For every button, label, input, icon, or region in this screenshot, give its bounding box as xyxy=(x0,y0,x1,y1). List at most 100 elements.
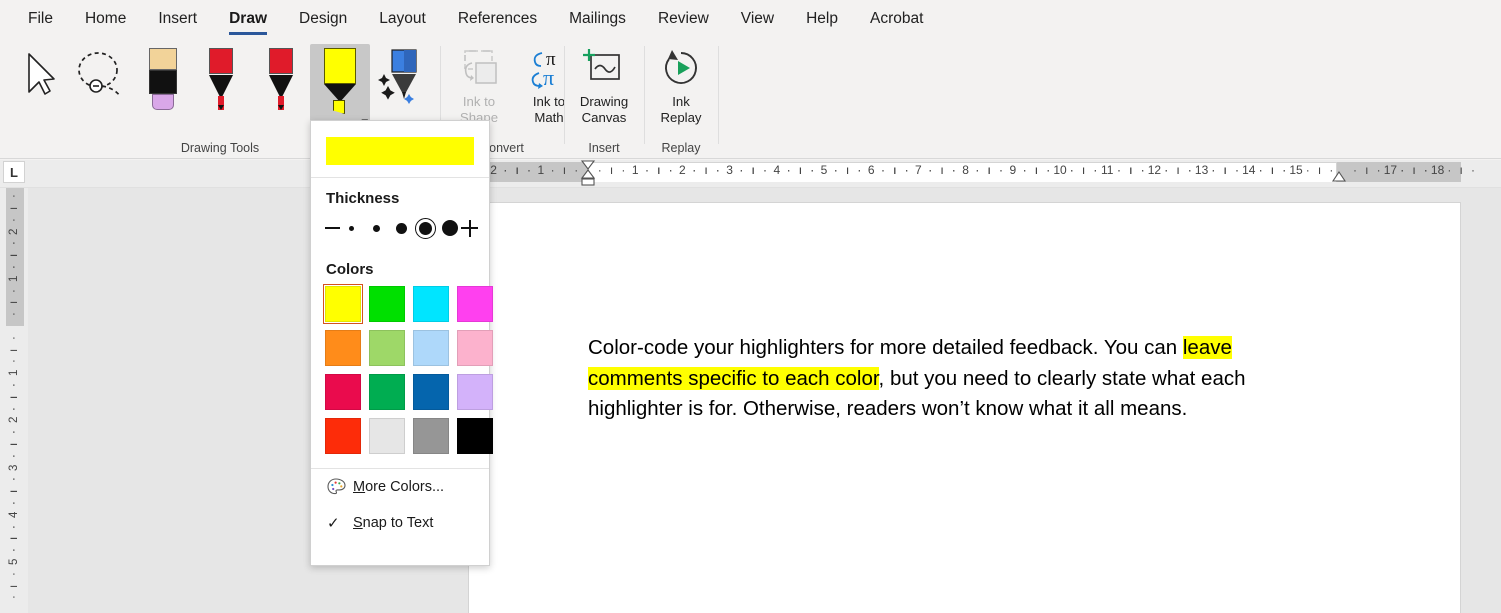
ribbon-tab-mailings[interactable]: Mailings xyxy=(553,0,642,38)
ribbon-tab-layout[interactable]: Layout xyxy=(363,0,442,38)
vruler-minor-tick: · xyxy=(8,265,20,269)
ruler-minor-tick xyxy=(1158,160,1174,180)
color-swatch[interactable] xyxy=(457,330,493,366)
snap-to-text-label: Snap to Text xyxy=(353,515,434,531)
ink-replay-button[interactable]: Ink Replay xyxy=(643,44,719,148)
thickness-option-5[interactable] xyxy=(439,217,461,239)
highlighter-options-flyout: Thickness Colors More Colors... ✓ Snap t… xyxy=(310,120,493,566)
ruler-minor-tick xyxy=(1205,160,1221,180)
ruler-minor-tick xyxy=(969,160,985,180)
eraser-tool[interactable] xyxy=(134,44,192,144)
drawing-canvas-label-line2: Canvas xyxy=(581,109,627,125)
tab-stop-selector[interactable]: L xyxy=(3,161,25,183)
ribbon: ▾ Drawing Tools xyxy=(0,38,1501,159)
ribbon-tab-review[interactable]: Review xyxy=(642,0,725,38)
color-swatch[interactable] xyxy=(325,330,361,366)
thickness-slider[interactable] xyxy=(311,207,489,249)
more-colors-label: More Colors... xyxy=(353,479,445,495)
highlighter-icon xyxy=(321,48,359,114)
color-swatch[interactable] xyxy=(369,330,405,366)
svg-text:π: π xyxy=(543,65,554,90)
ink-to-shape-label-line1: Ink to xyxy=(462,94,496,109)
thickness-dot xyxy=(395,222,407,234)
ink-replay-label-line2: Replay xyxy=(660,109,702,125)
right-indent-marker[interactable] xyxy=(1330,170,1348,188)
ribbon-group-replay: Ink Replay Replay xyxy=(645,38,717,159)
thickness-decrease-icon[interactable] xyxy=(325,227,341,229)
horizontal-ruler[interactable]: 211234567891011121314151718 xyxy=(0,160,1501,188)
ribbon-tab-draw[interactable]: Draw xyxy=(213,0,283,38)
pen-preview-swatch xyxy=(326,137,474,165)
drawing-canvas-button[interactable]: Drawing Canvas xyxy=(566,44,642,148)
select-tool[interactable] xyxy=(10,44,68,144)
ruler-minor-tick xyxy=(733,160,749,180)
left-indent-marker[interactable] xyxy=(579,160,597,186)
ribbon-tab-references[interactable]: References xyxy=(442,0,553,38)
ruler-minor-tick xyxy=(1017,160,1033,180)
thickness-increase-icon[interactable] xyxy=(461,219,478,237)
color-swatch[interactable] xyxy=(457,286,493,322)
thickness-section-title: Thickness xyxy=(326,190,400,207)
document-paragraph[interactable]: Color-code your highlighters for more de… xyxy=(588,333,1283,425)
ribbon-tab-acrobat[interactable]: Acrobat xyxy=(854,0,939,38)
pen-icon xyxy=(265,48,297,110)
word-window: File Home Insert Draw Design Layout References… xyxy=(0,0,1501,613)
vruler-minor-tick: · xyxy=(8,312,20,317)
color-swatch[interactable] xyxy=(325,418,361,454)
ribbon-tab-help[interactable]: Help xyxy=(790,0,854,38)
color-swatch[interactable] xyxy=(413,286,449,322)
ribbon-tab-file[interactable]: File xyxy=(12,0,69,38)
ruler-minor-tick xyxy=(828,160,844,180)
color-swatch[interactable] xyxy=(413,330,449,366)
color-swatch[interactable] xyxy=(369,418,405,454)
ribbon-group-insert: Drawing Canvas Insert xyxy=(565,38,643,159)
pen-icon xyxy=(205,48,237,110)
lasso-select-icon xyxy=(71,48,131,109)
thickness-option-3[interactable] xyxy=(390,217,412,239)
color-swatch[interactable] xyxy=(369,374,405,410)
vruler-minor-tick: · xyxy=(8,501,20,505)
color-swatch-grid[interactable] xyxy=(311,278,493,466)
pen-red-tool[interactable] xyxy=(192,44,250,144)
drawing-canvas-icon xyxy=(581,44,627,94)
vruler-minor-tick: · xyxy=(8,453,20,458)
color-swatch[interactable] xyxy=(457,374,493,410)
vertical-ruler[interactable]: 2 · ı · · ı · 1 · ı · · ı · 1 · ı · · ı · 2 · ı · · ı · 3 · ı · · ı · 4 · ı · ·… xyxy=(0,188,28,613)
ribbon-tab-design[interactable]: Design xyxy=(283,0,363,38)
ink-replay-label-line1: Ink xyxy=(672,94,690,109)
thickness-option-2[interactable] xyxy=(365,217,387,239)
thickness-option-4[interactable] xyxy=(415,217,437,239)
ribbon-tab-home[interactable]: Home xyxy=(69,0,142,38)
ruler-minor-tick xyxy=(1253,160,1269,180)
palette-icon xyxy=(327,478,353,496)
color-swatch[interactable] xyxy=(457,418,493,454)
thickness-dot xyxy=(372,224,380,232)
cursor-arrow-icon xyxy=(21,48,57,103)
color-swatch[interactable] xyxy=(413,418,449,454)
ink-to-math-label-line1: Ink to xyxy=(532,94,566,109)
vruler-minor-tick: · xyxy=(8,359,20,364)
ink-to-shape-icon xyxy=(456,44,502,94)
paragraph-text-part1: Color-code your highlighters for more de… xyxy=(588,336,1183,359)
vruler-minor-tick: · xyxy=(8,217,20,222)
document-page[interactable]: Color-code your highlighters for more de… xyxy=(468,202,1461,613)
color-swatch[interactable] xyxy=(322,283,364,325)
more-colors-menu-item[interactable]: More Colors... xyxy=(311,469,489,505)
vruler-minor-tick: · xyxy=(8,406,20,411)
ink-to-math-label-line2: Math xyxy=(534,109,564,125)
pen-red-2-tool[interactable] xyxy=(252,44,310,144)
pen-preview-section xyxy=(311,121,489,178)
ruler-minor-tick xyxy=(639,160,655,180)
ribbon-tab-insert[interactable]: Insert xyxy=(142,0,213,38)
snap-to-text-menu-item[interactable]: ✓ Snap to Text xyxy=(311,505,489,541)
thickness-option-1[interactable] xyxy=(340,217,362,239)
document-workspace: Color-code your highlighters for more de… xyxy=(28,188,1501,613)
color-swatch[interactable] xyxy=(325,374,361,410)
ribbon-tab-view[interactable]: View xyxy=(725,0,790,38)
color-swatch[interactable] xyxy=(369,286,405,322)
color-swatch[interactable] xyxy=(413,374,449,410)
lasso-select-tool[interactable] xyxy=(72,44,130,144)
vruler-minor-tick: · xyxy=(8,595,20,600)
ruler-minor-tick xyxy=(1394,160,1410,180)
thickness-dot xyxy=(419,221,433,235)
